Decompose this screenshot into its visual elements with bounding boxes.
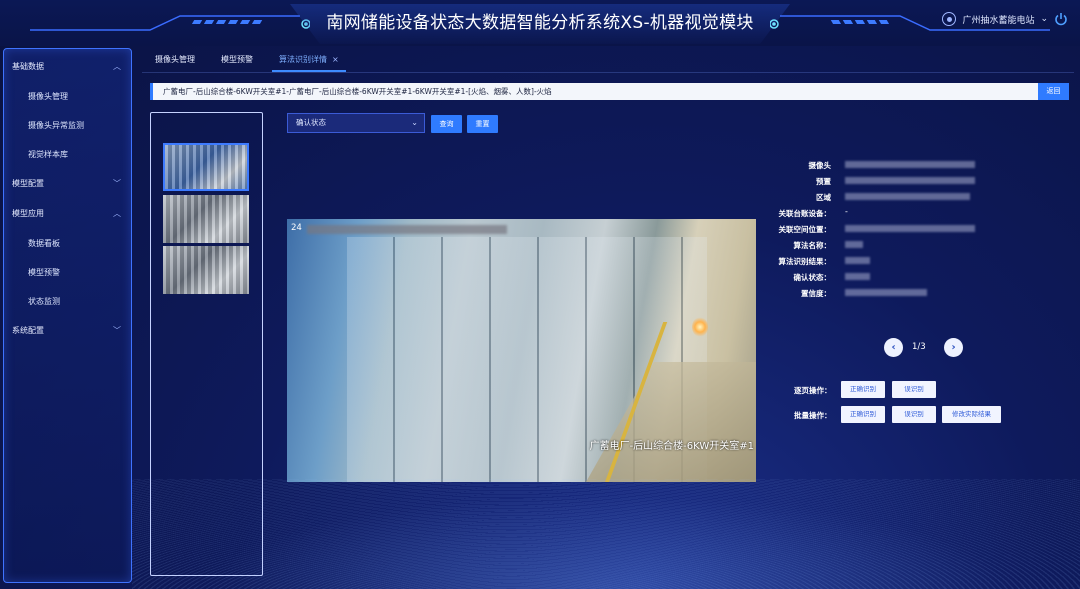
info-label-preset: 预置 [816,177,831,186]
info-value-area [845,193,970,200]
user-area: 广州抽水蓄能电站 ⌄ [942,10,1068,28]
image-overlay-bottom: 广蓄电厂-后山综合楼-6KW开关室#1 [589,441,754,452]
sidebar-item-sample-library[interactable]: 视觉样本库 [4,140,131,169]
detection-image: 24 广蓄电厂-后山综合楼-6KW开关室#1 [287,219,756,482]
tab-algorithm-detail[interactable]: 算法识别详情 × [266,50,352,72]
reset-button[interactable]: 重置 [467,115,498,133]
blurred-text [307,225,507,234]
sidebar-item-dashboard[interactable]: 数据看板 [4,229,131,258]
info-label-confidence: 置信度： [801,289,831,298]
info-label-area: 区域 [816,193,831,202]
fire-spot [692,317,708,337]
info-label-confirm: 确认状态： [793,273,832,282]
tab-divider [142,72,1074,73]
return-button[interactable]: 返回 [1038,83,1069,100]
batch-wrong-button[interactable]: 误识别 [892,406,936,423]
modify-result-button[interactable]: 修改实际结果 [942,406,1001,423]
thumbnail-texture [163,195,249,243]
chevron-down-icon: ⌄ [411,118,418,127]
sidebar: 基础数据 ︿ 摄像头管理 摄像头异常监测 视觉样本库 模型配置 ﹀ 模型应用 ︿… [3,48,132,583]
page-wrong-button[interactable]: 误识别 [892,381,936,398]
tab-model-warning[interactable]: 模型预警 [208,50,266,70]
sidebar-item-camera-management[interactable]: 摄像头管理 [4,82,131,111]
page-indicator: 1/3 [912,342,926,352]
tab-label: 摄像头管理 [155,55,195,64]
tab-label: 算法识别详情 [279,55,327,64]
chevron-up-icon: ︿ [113,209,121,218]
info-value-confidence [845,289,927,296]
prev-page-button[interactable]: ‹ [884,338,903,357]
info-label-result: 算法识别结果： [778,257,832,266]
thumbnail-panel [150,112,263,576]
info-label-device: 关联台账设备： [778,209,832,218]
info-value-confirm [845,273,870,280]
info-value-device: - [845,207,848,216]
sidebar-item-model-warning[interactable]: 模型预警 [4,258,131,287]
sidebar-item-status-monitor[interactable]: 状态监测 [4,287,131,316]
info-value-algorithm [845,241,863,248]
user-icon[interactable] [942,12,957,26]
next-page-button[interactable]: › [944,338,963,357]
sidebar-group-model-config[interactable]: 模型配置 ﹀ [4,169,131,199]
top-header: 南网储能设备状态大数据智能分析系统XS-机器视觉模块 广州抽水蓄能电站 ⌄ [0,0,1080,46]
background-wave [132,479,1080,589]
page-op-label: 逐页操作： [794,386,832,395]
confirm-status-select[interactable]: 确认状态 ⌄ [287,113,425,133]
tab-bar: 摄像头管理 模型预警 算法识别详情 × [142,50,352,72]
info-value-result [845,257,870,264]
sidebar-group-label: 模型配置 [12,179,44,188]
page-title: 南网储能设备状态大数据智能分析系统XS-机器视觉模块 [326,13,754,33]
close-icon[interactable]: × [332,55,339,64]
chevron-down-icon[interactable]: ⌄ [1040,14,1048,24]
query-button[interactable]: 查询 [431,115,462,133]
power-icon[interactable] [1054,12,1068,26]
info-value-preset [845,177,975,184]
thumbnail-texture [165,145,247,189]
sidebar-group-label: 模型应用 [12,209,44,218]
select-value: 确认状态 [296,118,326,127]
thumbnail-image[interactable] [163,246,249,294]
info-label-camera: 摄像头 [808,161,832,170]
chevron-down-icon: ﹀ [113,179,121,188]
batch-op-label: 批量操作： [794,411,832,420]
thumbnail-image[interactable] [163,195,249,243]
station-name[interactable]: 广州抽水蓄能电站 [962,13,1034,26]
tab-camera-management[interactable]: 摄像头管理 [142,50,208,70]
chevron-up-icon: ︿ [113,62,121,71]
info-label-algorithm: 算法名称： [793,241,832,250]
sidebar-group-system-config[interactable]: 系统配置 ﹀ [4,316,131,346]
header-decoration-left [30,15,310,31]
thumbnail-image[interactable] [163,143,249,191]
sidebar-group-model-app[interactable]: 模型应用 ︿ [4,199,131,229]
path-breadcrumb: 广蓄电厂-后山综合楼-6KW开关室#1-广蓄电厂-后山综合楼-6KW开关室#1-… [150,83,1038,100]
info-value-camera [845,161,975,168]
sidebar-item-camera-anomaly[interactable]: 摄像头异常监测 [4,111,131,140]
tab-label: 模型预警 [221,55,253,64]
info-value-location [845,225,975,232]
image-overlay-top: 24 [291,223,302,233]
page-correct-button[interactable]: 正确识别 [841,381,885,398]
sidebar-group-label: 基础数据 [12,62,44,71]
sidebar-group-basic-data[interactable]: 基础数据 ︿ [4,52,131,82]
batch-correct-button[interactable]: 正确识别 [841,406,885,423]
sidebar-group-label: 系统配置 [12,326,44,335]
thumbnail-texture [163,246,249,294]
chevron-down-icon: ﹀ [113,326,121,335]
info-label-location: 关联空间位置： [778,225,832,234]
